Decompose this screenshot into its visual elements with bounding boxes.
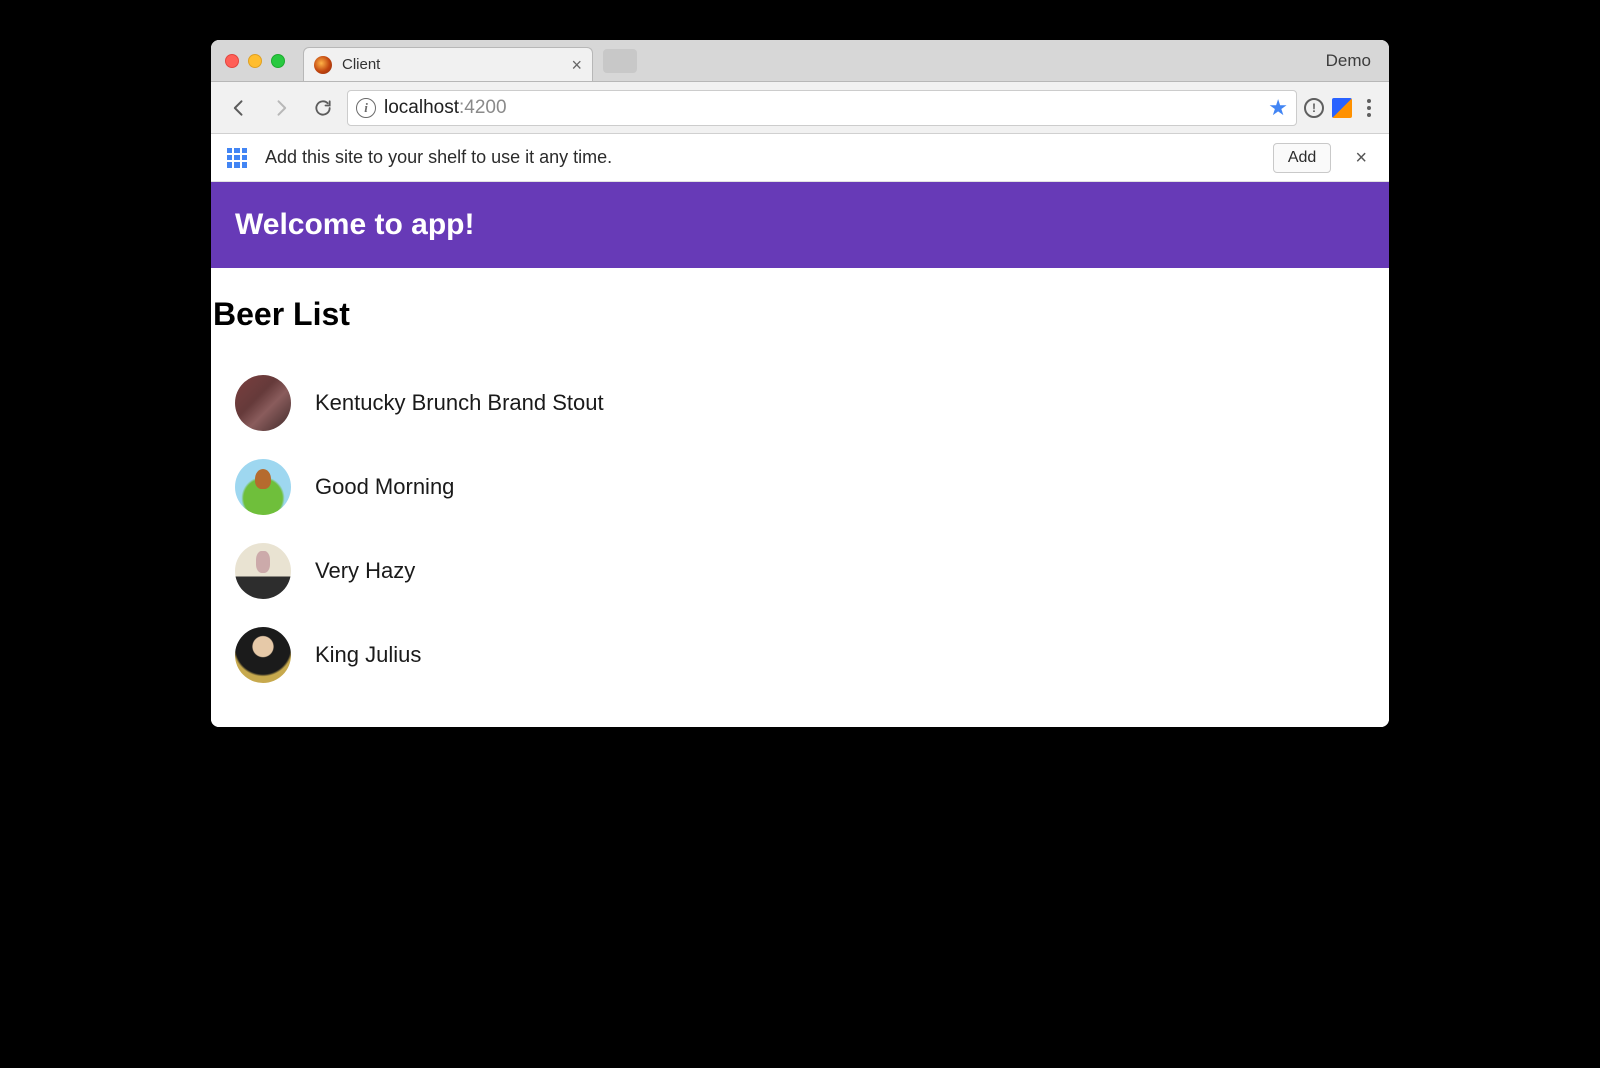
tab-close-icon[interactable]: × xyxy=(571,56,582,74)
bookmark-star-icon[interactable]: ★ xyxy=(1268,95,1288,121)
avatar xyxy=(235,375,291,431)
list-item[interactable]: King Julius xyxy=(211,613,1389,697)
url-port: :4200 xyxy=(459,97,507,119)
toolbar: i localhost:4200 ★ ! xyxy=(211,82,1389,134)
page-content: Welcome to app! Beer List Kentucky Brunc… xyxy=(211,182,1389,727)
infobar-close-icon[interactable]: × xyxy=(1349,148,1373,168)
titlebar: Client × Demo xyxy=(211,40,1389,82)
url-text: localhost:4200 xyxy=(384,97,507,119)
list-item[interactable]: Very Hazy xyxy=(211,529,1389,613)
address-bar[interactable]: i localhost:4200 ★ xyxy=(347,90,1297,126)
extension-alert-icon[interactable]: ! xyxy=(1303,97,1325,119)
list-item[interactable]: Good Morning xyxy=(211,445,1389,529)
site-info-icon[interactable]: i xyxy=(356,98,376,118)
app-header-title: Welcome to app! xyxy=(235,208,1365,242)
infobar-message: Add this site to your shelf to use it an… xyxy=(265,147,612,168)
infobar-add-button[interactable]: Add xyxy=(1273,143,1331,173)
extension-icon[interactable] xyxy=(1331,97,1353,119)
tab-title: Client xyxy=(342,56,380,73)
beer-name: King Julius xyxy=(315,642,421,668)
avatar xyxy=(235,459,291,515)
apps-grid-icon[interactable] xyxy=(227,148,247,168)
window-controls xyxy=(211,54,285,68)
back-button[interactable] xyxy=(221,90,257,126)
avatar xyxy=(235,543,291,599)
beer-name: Kentucky Brunch Brand Stout xyxy=(315,390,604,416)
list-heading: Beer List xyxy=(211,286,1389,361)
maximize-window-button[interactable] xyxy=(271,54,285,68)
url-host: localhost xyxy=(384,97,459,119)
shelf-infobar: Add this site to your shelf to use it an… xyxy=(211,134,1389,182)
tab-strip: Client × xyxy=(303,40,637,81)
beer-name: Very Hazy xyxy=(315,558,415,584)
close-window-button[interactable] xyxy=(225,54,239,68)
browser-window: Client × Demo i localhost:4200 ★ ! xyxy=(211,40,1389,727)
forward-button[interactable] xyxy=(263,90,299,126)
beer-name: Good Morning xyxy=(315,474,454,500)
browser-tab[interactable]: Client × xyxy=(303,47,593,81)
reload-button[interactable] xyxy=(305,90,341,126)
new-tab-button[interactable] xyxy=(603,49,637,73)
avatar xyxy=(235,627,291,683)
profile-badge[interactable]: Demo xyxy=(1326,51,1389,71)
list-item[interactable]: Kentucky Brunch Brand Stout xyxy=(211,361,1389,445)
browser-menu-button[interactable] xyxy=(1359,99,1379,117)
app-header: Welcome to app! xyxy=(211,182,1389,268)
beer-list: Kentucky Brunch Brand Stout Good Morning… xyxy=(211,361,1389,697)
tab-favicon xyxy=(314,56,332,74)
minimize-window-button[interactable] xyxy=(248,54,262,68)
